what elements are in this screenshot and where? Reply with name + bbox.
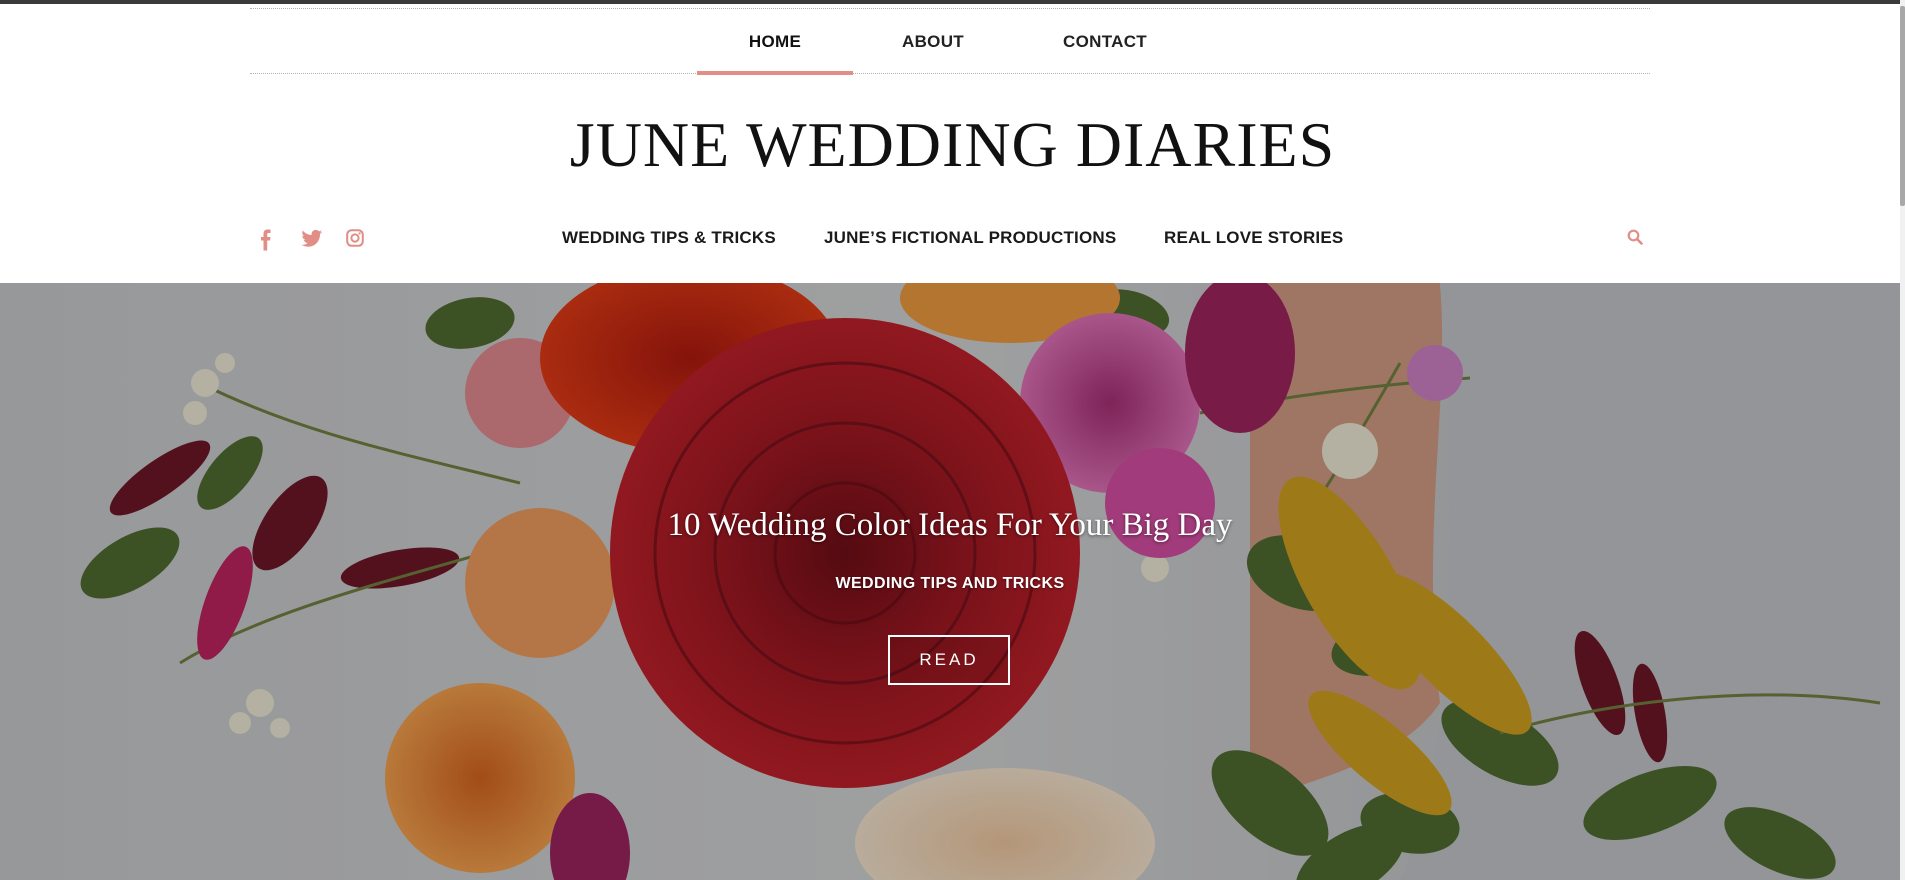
facebook-icon[interactable]: [260, 229, 272, 256]
instagram-icon[interactable]: [346, 229, 364, 252]
nav-home[interactable]: HOME: [697, 9, 853, 75]
hero-slide[interactable]: 10 Wedding Color Ideas For Your Big Day …: [0, 283, 1900, 880]
hero-post-category[interactable]: WEDDING TIPS AND TRICKS: [0, 575, 1900, 593]
search-icon[interactable]: [1627, 229, 1643, 250]
site-title[interactable]: JUNE WEDDING DIARIES: [0, 106, 1905, 184]
nav-about[interactable]: ABOUT: [890, 9, 976, 74]
top-navigation: HOME ABOUT CONTACT: [250, 8, 1650, 75]
window-top-bar: [0, 0, 1905, 4]
scrollbar-thumb[interactable]: [1900, 6, 1905, 206]
nav-wedding-tips[interactable]: WEDDING TIPS & TRICKS: [562, 228, 776, 248]
nav-fictional-productions[interactable]: JUNE’S FICTIONAL PRODUCTIONS: [824, 228, 1116, 248]
nav-contact[interactable]: CONTACT: [1050, 9, 1160, 74]
read-button[interactable]: READ: [888, 635, 1010, 685]
twitter-icon[interactable]: [301, 229, 323, 254]
hero-post-title[interactable]: 10 Wedding Color Ideas For Your Big Day: [0, 503, 1900, 547]
nav-real-love-stories[interactable]: REAL LOVE STORIES: [1164, 228, 1343, 248]
